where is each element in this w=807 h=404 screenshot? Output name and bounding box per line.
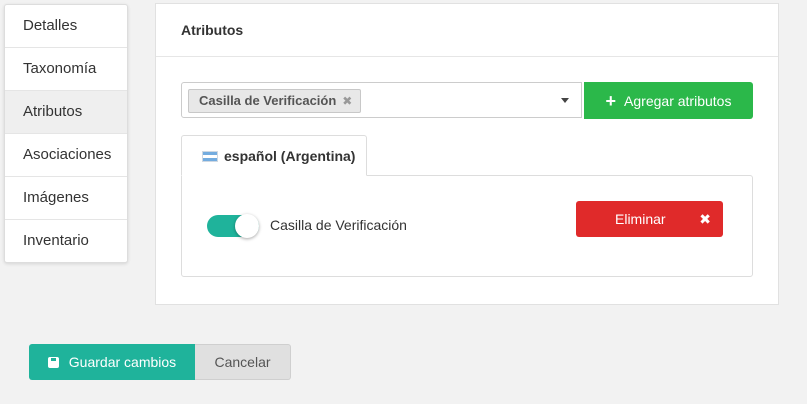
close-icon: ✖ [699,211,711,227]
sidebar-item-asociaciones[interactable]: Asociaciones [5,134,127,177]
panel-title: Atributos [156,4,778,57]
tag-label: Casilla de Verificación [199,93,337,108]
sidebar-nav: Detalles Taxonomía Atributos Asociacione… [4,4,128,263]
selected-attribute-tag: Casilla de Verificación ✖ [188,89,362,113]
toggle-knob [235,214,259,238]
attributes-select[interactable]: Casilla de Verificación ✖ [181,82,582,118]
sidebar-item-detalles[interactable]: Detalles [5,5,127,48]
attributes-panel: Atributos Casilla de Verificación ✖ + Agre… [155,3,779,305]
attribute-label: Casilla de Verificación [270,217,407,233]
sidebar-item-taxonomia[interactable]: Taxonomía [5,48,127,91]
attribute-toggle[interactable] [207,214,259,238]
plus-icon: + [605,91,617,111]
delete-label: Eliminar [615,211,666,227]
tab-content: Casilla de Verificación Eliminar ✖ [181,175,753,277]
save-changes-button[interactable]: Guardar cambios [29,344,195,380]
add-attributes-button[interactable]: + Agregar atributos [584,82,753,119]
tab-espanol-argentina[interactable]: español (Argentina) [181,135,367,176]
tab-label: español (Argentina) [224,148,356,164]
sidebar-item-imagenes[interactable]: Imágenes [5,177,127,220]
argentina-flag-icon [202,151,218,162]
save-label: Guardar cambios [68,354,177,370]
sidebar-item-atributos[interactable]: Atributos [5,91,127,134]
remove-tag-icon[interactable]: ✖ [342,94,352,108]
sidebar-item-inventario[interactable]: Inventario [5,220,127,262]
chevron-down-icon[interactable] [561,98,569,103]
floppy-disk-icon [47,357,59,368]
cancel-button[interactable]: Cancelar [195,344,291,380]
delete-attribute-button[interactable]: Eliminar ✖ [576,201,723,237]
add-attributes-label: Agregar atributos [624,93,732,109]
